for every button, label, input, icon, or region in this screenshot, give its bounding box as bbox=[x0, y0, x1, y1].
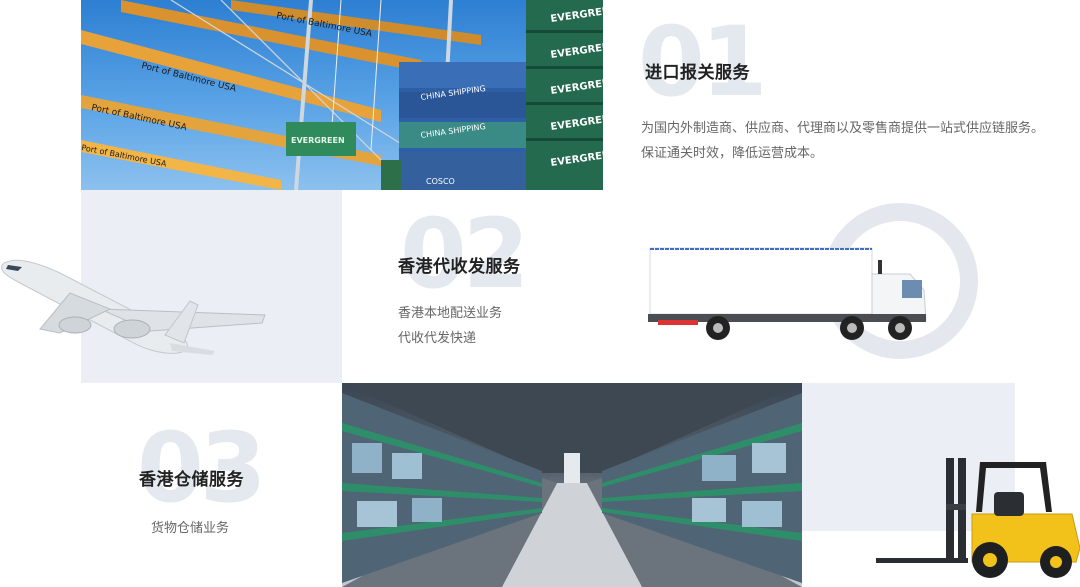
desc-line: 为国内外制造商、供应商、代理商以及零售商提供一站式供应链服务。 bbox=[641, 121, 1045, 136]
service-title-hk-warehouse: 香港仓储服务 bbox=[139, 470, 244, 490]
desc-line: 货物仓储业务 bbox=[151, 521, 230, 536]
container-label: COSCO bbox=[426, 177, 455, 186]
service-desc-hk-warehouse: 货物仓储业务 bbox=[151, 516, 351, 541]
desc-line: 保证通关时效，降低运营成本。 bbox=[641, 146, 824, 161]
service-title-hk-delivery: 香港代收发服务 bbox=[398, 257, 521, 277]
service-desc-hk-delivery: 香港本地配送业务 代收代发快递 bbox=[398, 301, 618, 351]
port-illustration: Port of Baltimore USA Port of Baltimore … bbox=[81, 0, 603, 190]
truck-icon bbox=[648, 247, 927, 340]
service-desc-import-customs: 为国内外制造商、供应商、代理商以及零售商提供一站式供应链服务。 保证通关时效，降… bbox=[641, 116, 1080, 166]
desc-line: 香港本地配送业务 bbox=[398, 306, 503, 321]
forklift-icon bbox=[876, 458, 1080, 578]
port-photo: Port of Baltimore USA Port of Baltimore … bbox=[81, 0, 603, 190]
airplane-icon bbox=[1, 259, 266, 355]
desc-line: 代收代发快递 bbox=[398, 331, 477, 346]
warehouse-illustration bbox=[342, 383, 802, 587]
warehouse-photo bbox=[342, 383, 802, 587]
service-title-import-customs: 进口报关服务 bbox=[645, 63, 750, 83]
container-label: EVERGREEN bbox=[291, 136, 345, 145]
